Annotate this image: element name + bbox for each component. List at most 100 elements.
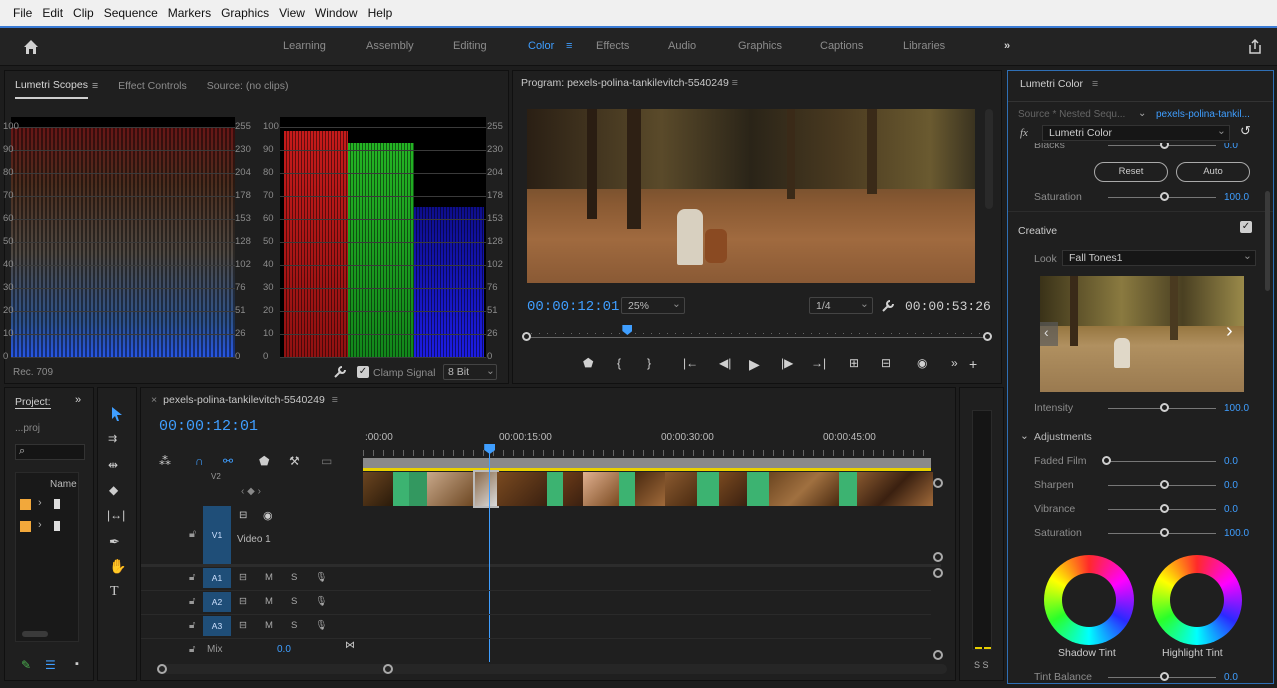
menu-clip[interactable]: Clip	[68, 6, 99, 20]
share-icon[interactable]	[1247, 38, 1263, 55]
adjustments-section-title[interactable]: Adjustments	[1034, 431, 1092, 443]
name-column-header[interactable]: Name	[50, 479, 77, 490]
clip-name-link[interactable]: pexels-polina-tankil...	[1156, 109, 1250, 120]
reset-button[interactable]: Reset	[1094, 162, 1168, 182]
adjustments-chevron-icon[interactable]: ⌄	[1020, 430, 1029, 442]
bit-depth-dropdown[interactable]: 8 Bit ⌄	[443, 364, 497, 380]
timeline-settings-icon[interactable]: ⚒	[289, 454, 300, 468]
selection-tool-icon[interactable]	[110, 406, 124, 422]
effect-dropdown[interactable]: Lumetri Color ⌄	[1042, 125, 1230, 141]
lift-icon[interactable]: ⊞	[849, 356, 859, 370]
expand-icon[interactable]: ›	[38, 519, 42, 531]
nest-icon[interactable]: ⁂	[159, 454, 171, 468]
menu-help[interactable]: Help	[363, 6, 398, 20]
adj-saturation-slider[interactable]	[1160, 528, 1169, 537]
intensity-slider[interactable]	[1160, 403, 1169, 412]
workspace-editing[interactable]: Editing	[453, 40, 487, 52]
menu-edit[interactable]: Edit	[37, 6, 68, 20]
workspace-libraries[interactable]: Libraries	[903, 40, 945, 52]
voiceover-icon[interactable]: 🎙︎	[315, 620, 327, 631]
creative-section-title[interactable]: Creative	[1018, 225, 1057, 237]
mute-button[interactable]: M	[265, 620, 273, 631]
wrench-icon[interactable]	[333, 365, 347, 379]
faded-film-slider[interactable]	[1102, 456, 1111, 465]
sync-lock-icon[interactable]: ⊟	[239, 572, 247, 583]
resolution-dropdown[interactable]: 1/4 ⌄	[809, 297, 873, 314]
next-look-icon[interactable]: ›	[1226, 320, 1233, 343]
menu-markers[interactable]: Markers	[163, 6, 216, 20]
project-scrollbar[interactable]	[22, 631, 48, 637]
menu-sequence[interactable]: Sequence	[99, 6, 163, 20]
sync-lock-icon[interactable]: ⊟	[239, 596, 247, 607]
program-scrollbar[interactable]	[985, 109, 993, 209]
captions-icon[interactable]: ▭	[321, 454, 332, 468]
step-forward-icon[interactable]: |▶	[781, 356, 793, 370]
more-panels-icon[interactable]: »	[75, 394, 81, 406]
lock-icon[interactable]: 🔓︎	[189, 572, 195, 583]
voiceover-icon[interactable]: 🎙︎	[315, 596, 327, 607]
export-frame-icon[interactable]: ◉	[917, 356, 927, 370]
timeline-tab[interactable]: × pexels-polina-tankilevitch-5540249 ≡	[151, 394, 338, 406]
project-search-input[interactable]: ⌕	[15, 444, 85, 460]
list-view-icon[interactable]: ☰	[45, 658, 56, 672]
add-marker-icon[interactable]: ⬟	[583, 356, 593, 370]
track-select-tool-icon[interactable]: ⇉	[108, 432, 117, 445]
linked-selection-icon[interactable]: ⚯	[223, 454, 233, 468]
tab-menu-icon[interactable]: ≡	[92, 80, 98, 92]
zoom-dropdown[interactable]: 25% ⌄	[621, 297, 685, 314]
sync-lock-icon[interactable]: ⊟	[239, 510, 247, 521]
audio-track-target-a2[interactable]: A2	[203, 592, 231, 612]
audio-track-target-a3[interactable]: A3	[203, 616, 231, 636]
creative-enable-checkbox[interactable]: ✓	[1240, 221, 1252, 233]
adj-saturation-value[interactable]: 100.0	[1224, 528, 1249, 539]
video-clip-strip[interactable]	[363, 470, 933, 508]
lock-icon[interactable]: 🔓︎	[189, 620, 195, 631]
menu-graphics[interactable]: Graphics	[216, 6, 274, 20]
audio-track-target-a1[interactable]: A1	[203, 568, 231, 588]
hand-tool-icon[interactable]: ✋	[109, 558, 126, 575]
v1-track-target[interactable]: V1	[203, 506, 231, 564]
fx-icon[interactable]: fx	[1020, 127, 1028, 139]
timeline-playhead-line[interactable]	[484, 444, 496, 662]
home-icon[interactable]	[23, 39, 39, 55]
solo-button[interactable]: S	[291, 572, 297, 583]
tab-lumetri-scopes[interactable]: Lumetri Scopes	[15, 73, 88, 99]
sharpen-slider[interactable]	[1160, 480, 1169, 489]
menu-window[interactable]: Window	[310, 6, 363, 20]
tint-balance-slider[interactable]	[1160, 672, 1169, 681]
program-timecode[interactable]: 00:00:12:01	[527, 299, 619, 315]
add-marker-icon[interactable]: ⬟	[259, 454, 269, 468]
in-handle[interactable]	[522, 332, 531, 341]
menu-file[interactable]: File	[8, 6, 37, 20]
intensity-value[interactable]: 100.0	[1224, 403, 1249, 414]
highlight-tint-wheel[interactable]	[1152, 555, 1242, 645]
lock-icon[interactable]: 🔓︎	[189, 644, 195, 655]
project-tab[interactable]: Project:	[15, 396, 51, 409]
work-area-bar[interactable]	[363, 458, 931, 468]
more-workspaces-icon[interactable]: »	[1004, 40, 1010, 52]
pen-tool-icon[interactable]: ✒	[109, 534, 120, 550]
solo-button[interactable]: S	[291, 620, 297, 631]
slip-tool-icon[interactable]: |↔|	[107, 508, 125, 522]
solo-labels[interactable]: S S	[974, 660, 989, 670]
workspace-menu-icon[interactable]: ≡	[566, 40, 572, 52]
workspace-captions[interactable]: Captions	[820, 40, 863, 52]
workspace-effects[interactable]: Effects	[596, 40, 629, 52]
track-divider[interactable]	[141, 564, 941, 567]
workspace-audio[interactable]: Audio	[668, 40, 696, 52]
look-dropdown[interactable]: Fall Tones1 ⌄	[1062, 250, 1256, 266]
type-tool-icon[interactable]: T	[110, 584, 119, 600]
saturation-slider[interactable]	[1160, 192, 1169, 201]
shadow-tint-wheel[interactable]	[1044, 555, 1134, 645]
step-back-icon[interactable]: ◀|	[719, 356, 731, 370]
expand-icon[interactable]: ›	[38, 497, 42, 509]
previous-look-button[interactable]: ‹	[1040, 322, 1058, 346]
mark-out-icon[interactable]: }	[647, 356, 651, 370]
reset-effect-icon[interactable]: ↺	[1240, 123, 1251, 139]
blacks-value[interactable]: 0.0	[1224, 143, 1238, 151]
program-scrub-bar[interactable]	[522, 325, 992, 347]
mark-in-icon[interactable]: {	[617, 356, 621, 370]
add-button-icon[interactable]: +	[969, 356, 977, 372]
source-sequence-label[interactable]: Source * Nested Sequ...	[1018, 109, 1125, 120]
mute-button[interactable]: M	[265, 572, 273, 583]
